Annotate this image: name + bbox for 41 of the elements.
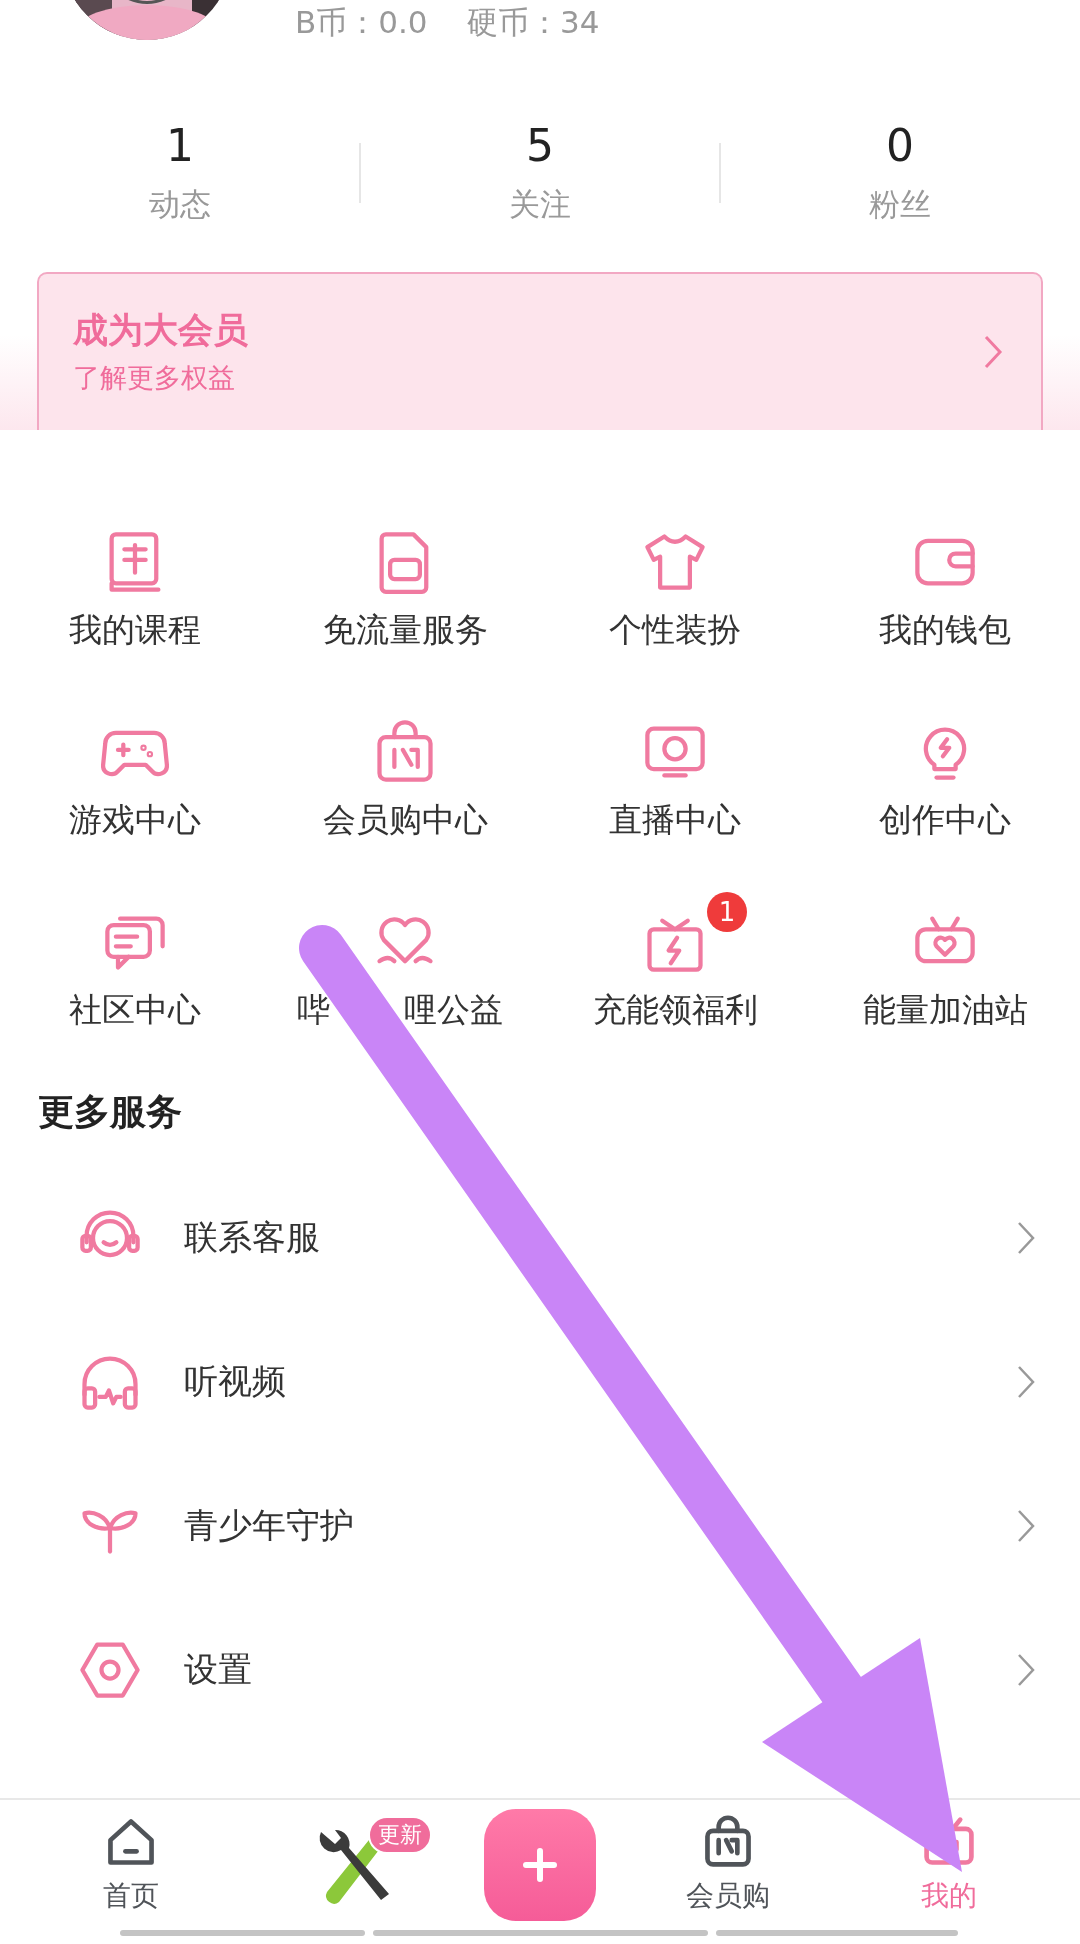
tab[interactable]: 会员购 — [637, 1814, 818, 1916]
plus-icon — [520, 1845, 560, 1885]
notification-badge: 1 — [707, 892, 747, 932]
tab[interactable]: 首页 — [40, 1814, 221, 1916]
service-label: 游戏中心 — [69, 799, 201, 841]
list-row[interactable]: 设置 — [0, 1598, 1080, 1742]
row-label: 联系客服 — [184, 1216, 321, 1259]
service-label: 创作中心 — [879, 799, 1011, 841]
update-badge: 更新 — [368, 1816, 433, 1854]
chevron-right-icon — [983, 334, 1003, 370]
service-label: 能量加油站 — [862, 989, 1028, 1031]
service-label: 充能领福利 — [592, 989, 758, 1031]
service-label: 个性装扮 — [609, 609, 741, 651]
chevron-right-icon — [1016, 1220, 1036, 1256]
service-label: 哔 — [297, 989, 330, 1031]
add-button[interactable] — [484, 1809, 596, 1921]
service-item[interactable]: 个性装扮 — [540, 506, 810, 718]
row-label: 青少年守护 — [184, 1504, 355, 1547]
vip-subtitle: 了解更多权益 — [73, 361, 236, 395]
list-row[interactable]: 联系客服 — [0, 1166, 1080, 1310]
list-row[interactable]: 青少年守护 — [0, 1454, 1080, 1598]
service-label: 直播中心 — [609, 799, 741, 841]
service-label: 会员购中心 — [322, 799, 488, 841]
service-label: 社区中心 — [69, 989, 201, 1031]
section-title: 更多服务 — [38, 1090, 183, 1134]
list-row[interactable]: 听视频 — [0, 1310, 1080, 1454]
row-label: 听视频 — [184, 1360, 287, 1403]
vip-title: 成为大会员 — [73, 309, 249, 352]
stat-count[interactable]: 5 — [526, 120, 554, 172]
stat-count[interactable]: 0 — [886, 120, 914, 172]
service-item[interactable]: 1 充能领福利 — [540, 886, 810, 1098]
row-label: 设置 — [184, 1648, 253, 1691]
service-label: 我的课程 — [69, 609, 201, 651]
stat-count[interactable]: 1 — [166, 120, 194, 172]
service-label: 哩公益 — [404, 989, 503, 1031]
service-label: 免流量服务 — [322, 609, 488, 651]
service-label: 我的钱包 — [879, 609, 1011, 651]
chevron-right-icon — [1016, 1652, 1036, 1688]
chevron-right-icon — [1016, 1364, 1036, 1400]
coin-balance: B币：0.0 硬币：34 — [295, 3, 600, 42]
chevron-right-icon — [1016, 1508, 1036, 1544]
